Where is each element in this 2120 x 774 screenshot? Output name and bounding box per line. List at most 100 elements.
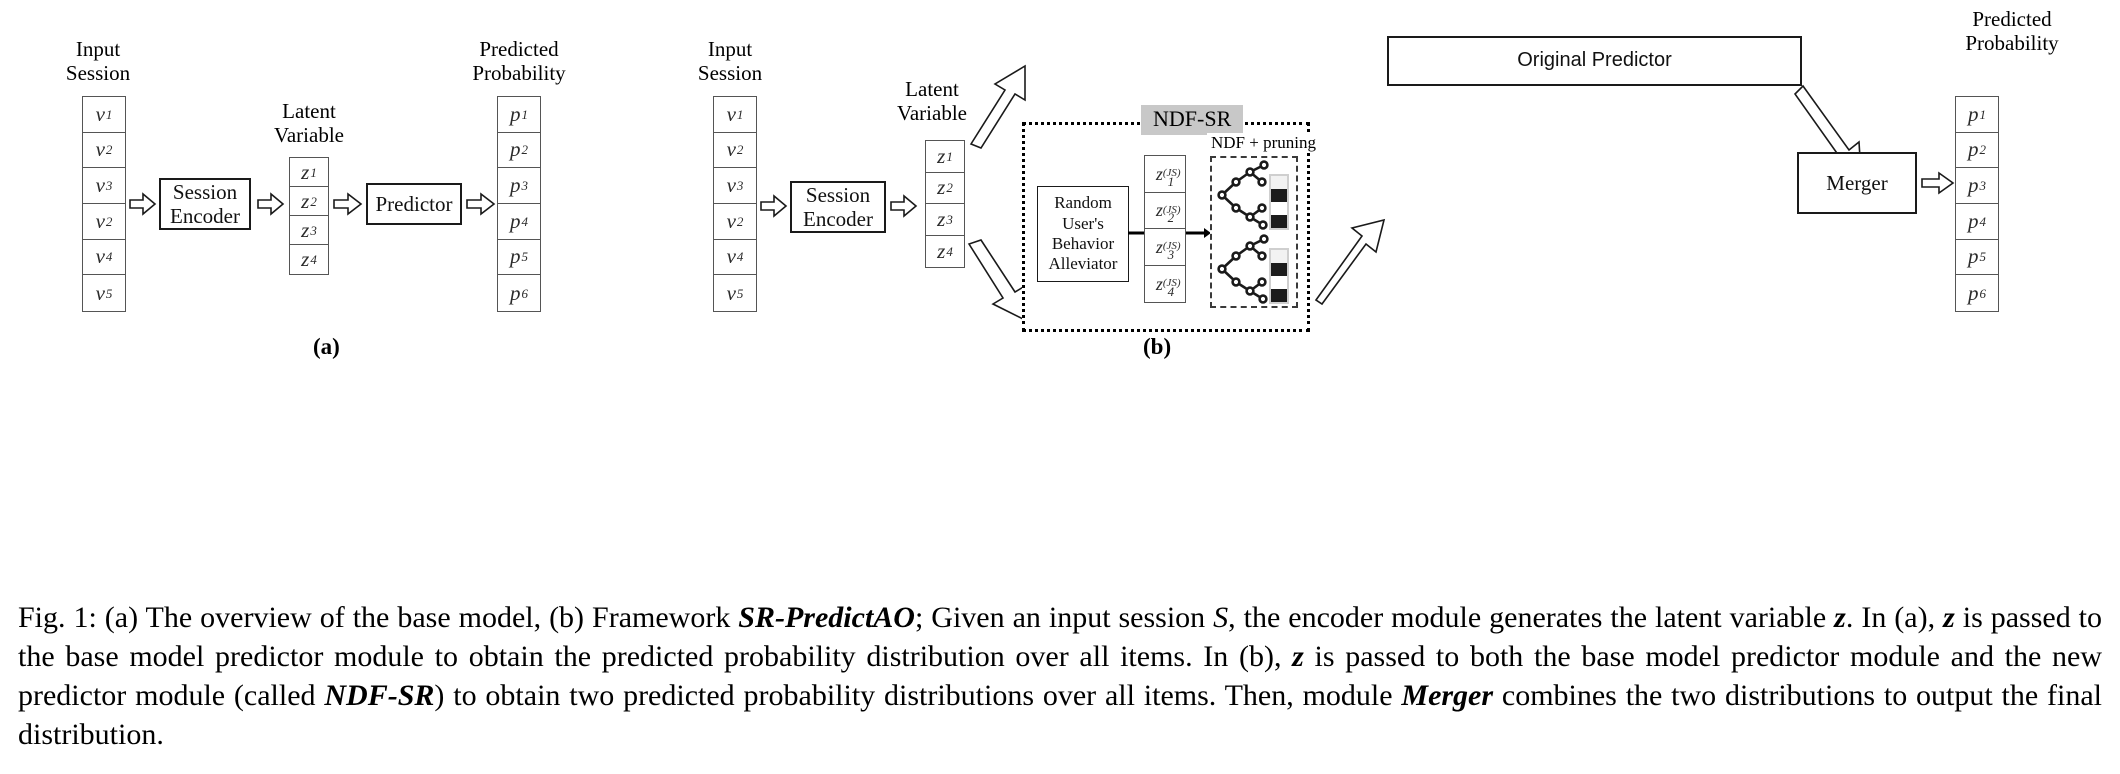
panel-a-input-session-cell: v3	[83, 168, 125, 204]
cell-subscript: 3	[1167, 246, 1175, 262]
cell-subscript: 4	[105, 249, 113, 265]
panel-a-predictor-label: Predictor	[375, 191, 453, 216]
cell-subscript: 1	[105, 106, 113, 122]
cell-subscript: 6	[521, 285, 529, 301]
dist-bar-segment	[1271, 250, 1287, 263]
panel-a-input-session-line1: Input	[75, 37, 121, 61]
alleviator-label: Random User's Behavior Alleviator	[1048, 193, 1118, 274]
cell-subscript: 4	[736, 249, 744, 265]
cell-subscript: 3	[736, 178, 744, 194]
panel-a-input-session-cell: v1	[83, 97, 125, 133]
subfigure-b-caption: (b)	[1143, 334, 1172, 359]
panel-b-input-session-cell: v3	[714, 168, 756, 204]
cell-subscript: 1	[521, 106, 529, 122]
panel-b-latent-stack: z1z2z3z4	[925, 140, 965, 268]
panel-b-pp-line1: Predicted	[1972, 7, 2052, 31]
panel-a-pp-line1: Predicted	[479, 37, 559, 61]
panel-b-latent-cell: z2	[926, 173, 964, 204]
panel-a-arrow-latent-to-predictor	[333, 190, 363, 218]
cell-subscript: 4	[1167, 284, 1175, 299]
js-latent-stack: z (JS) 1 z (JS) 2 z (JS) 3 z (JS) 4	[1144, 155, 1186, 303]
panel-b-probability-cell: p1	[1956, 97, 1998, 133]
panel-b-input-session-cell: v2	[714, 204, 756, 240]
panel-b-input-session-line2: Session	[697, 60, 763, 85]
caption-run: Fig. 1: (a) The overview of the base mod…	[18, 601, 739, 634]
panel-a-latent-line1: Latent	[282, 99, 336, 123]
caption-run: , the encoder module generates the laten…	[1228, 601, 1835, 634]
cell-subscript: 5	[521, 249, 529, 265]
cell-subscript: 3	[105, 178, 113, 194]
panel-b-probability-cell: p6	[1968, 280, 1987, 305]
caption-run: NDF-SR	[324, 679, 435, 712]
dist-bar-segment	[1271, 215, 1287, 228]
ndf-pruning-label: NDF + pruning	[1207, 133, 1320, 153]
caption-run: S	[1213, 601, 1229, 634]
panel-a-arrow-predictor-to-probability	[466, 190, 496, 218]
caption-run: Merger	[1401, 679, 1494, 712]
cell-subscript: 2	[105, 213, 113, 229]
panel-a-input-session-cell: v2	[83, 133, 125, 169]
panel-a-latent-cell: z2	[290, 187, 328, 216]
cell-subscript: 5	[1979, 249, 1987, 265]
panel-b-probability-stack: p1p2p3p4p5 p6	[1955, 96, 1999, 312]
panel-b-arrow-encoder-to-latent	[890, 192, 918, 220]
cell-subscript: 6	[1979, 285, 1987, 301]
panel-b-input-session-cell: v1	[714, 97, 756, 133]
cell-subscript: 3	[946, 211, 953, 227]
panel-a-arrow-encoder-to-latent	[257, 190, 285, 218]
panel-a-arrow-input-to-encoder	[129, 190, 157, 218]
cell-subscript: 4	[1979, 213, 1987, 229]
panel-b-probability-cell: p3	[1956, 168, 1998, 204]
cell-subscript: 4	[946, 243, 953, 259]
js-latent-cell: z (JS) 2	[1145, 193, 1185, 229]
leaf-distribution-bar-1	[1269, 174, 1289, 230]
panel-b-arrow-merger-to-probability	[1921, 169, 1955, 197]
panel-a-input-session-line2: Session	[65, 60, 131, 85]
subfigure-a-caption: (a)	[313, 334, 340, 359]
panel-a-session-encoder-box: Session Encoder	[159, 178, 251, 230]
cell-subscript: 1	[310, 164, 317, 180]
cell-subscript: 2	[946, 180, 953, 196]
panel-a-probability-cell: p1	[498, 97, 540, 133]
panel-b-input-session-label: Input Session	[660, 37, 800, 86]
panel-a-latent-variable-label: Latent Variable	[245, 99, 373, 148]
dist-bar-segment	[1271, 202, 1287, 215]
cell-subscript: 5	[105, 285, 113, 301]
panel-a-latent-cell: z4	[301, 247, 317, 271]
panel-b-original-predictor-label: Original Predictor	[1517, 49, 1672, 72]
cell-subscript: 3	[1979, 178, 1987, 194]
panel-a-probability-cell: p2	[498, 133, 540, 169]
cell-subscript: 3	[521, 178, 529, 194]
figure-caption: Fig. 1: (a) The overview of the base mod…	[18, 598, 2102, 754]
arrow-js-latent-to-ndf-pruning	[1186, 226, 1212, 240]
panel-a-input-session-stack: v1v2v3v2v4v5	[82, 96, 126, 312]
panel-b-input-session-cell: v5	[726, 280, 744, 305]
panel-b-latent-cell: z3	[926, 204, 964, 236]
random-user-behavior-alleviator-box: Random User's Behavior Alleviator	[1037, 186, 1129, 282]
panel-b-input-session-cell: v4	[714, 240, 756, 276]
dist-bar-segment	[1271, 276, 1287, 289]
dist-bar-segment	[1271, 189, 1287, 202]
panel-b-session-encoder-box: Session Encoder	[790, 181, 886, 233]
js-latent-cell: z (JS) 4	[1145, 266, 1185, 303]
panel-a-predictor-box: Predictor	[366, 183, 462, 225]
dist-bar-segment	[1271, 263, 1287, 276]
dist-bar-segment	[1271, 176, 1287, 189]
panel-b-latent-cell: z4	[937, 238, 953, 263]
cell-subscript: 3	[310, 222, 317, 238]
leaf-distribution-bar-2	[1269, 248, 1289, 304]
panel-b-probability-cell: p5	[1956, 240, 1998, 276]
panel-b-input-session-line1: Input	[707, 37, 753, 61]
cell-subscript: 2	[1979, 142, 1987, 158]
cell-subscript: 2	[521, 142, 529, 158]
cell-subscript: 1	[1167, 173, 1175, 189]
panel-a-pp-line2: Probability	[472, 60, 566, 85]
panel-b-arrow-ndfsr-to-merger	[1310, 208, 1406, 308]
caption-run: z	[1834, 601, 1846, 634]
cell-subscript: 1	[946, 148, 953, 164]
merger-label: Merger	[1826, 170, 1888, 195]
cell-subscript: 4	[310, 252, 317, 267]
cell-subscript: 1	[736, 106, 744, 122]
panel-a-probability-cell: p3	[498, 168, 540, 204]
caption-run: ; Given an input session	[914, 601, 1214, 634]
